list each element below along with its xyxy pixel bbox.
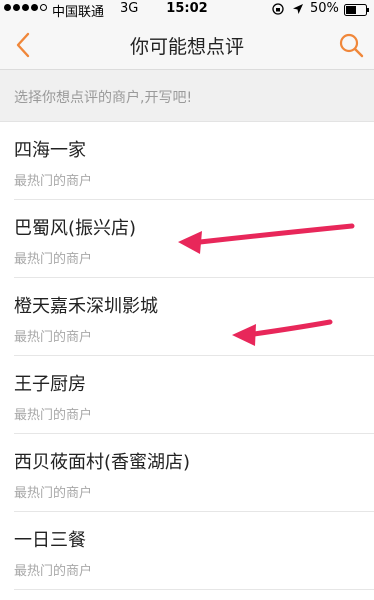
annotation-arrow-icon <box>178 223 355 254</box>
list-item[interactable]: 四海一家 最热门的商户 <box>14 122 374 200</box>
status-bar: 中国联通 3G 15:02 50% <box>0 0 374 20</box>
hint-bar: 选择你想点评的商户,开写吧! <box>0 70 374 122</box>
list-item[interactable]: 西贝莜面村(香蜜湖店) 最热门的商户 <box>14 434 374 512</box>
merchant-subtitle: 最热门的商户 <box>14 486 93 501</box>
list-item[interactable]: 王子厨房 最热门的商户 <box>14 356 374 434</box>
merchant-subtitle: 最热门的商户 <box>14 408 93 423</box>
list-item[interactable]: 一日三餐 最热门的商户 <box>14 512 374 590</box>
merchant-list: 四海一家 最热门的商户 巴蜀风(振兴店) 最热门的商户 橙天嘉禾深圳影城 最热门… <box>0 122 374 590</box>
navigation-bar: 你可能想点评 <box>0 20 374 70</box>
merchant-subtitle: 最热门的商户 <box>14 252 93 267</box>
hint-text: 选择你想点评的商户,开写吧! <box>14 90 193 106</box>
search-button[interactable] <box>334 28 368 62</box>
battery-icon <box>344 4 369 16</box>
battery-percent: 50% <box>310 1 339 16</box>
rotation-lock-icon <box>272 3 284 15</box>
merchant-name: 四海一家 <box>14 140 86 161</box>
merchant-subtitle: 最热门的商户 <box>14 564 93 579</box>
merchant-subtitle: 最热门的商户 <box>14 330 93 345</box>
search-icon <box>339 33 364 58</box>
location-icon <box>293 4 303 14</box>
merchant-name: 一日三餐 <box>14 530 86 551</box>
merchant-name: 王子厨房 <box>14 374 86 395</box>
merchant-name: 橙天嘉禾深圳影城 <box>14 296 158 317</box>
merchant-name: 巴蜀风(振兴店) <box>14 218 137 239</box>
merchant-name: 西贝莜面村(香蜜湖店) <box>14 452 191 473</box>
annotation-arrow-icon <box>232 319 333 346</box>
page-title: 你可能想点评 <box>129 36 244 58</box>
merchant-subtitle: 最热门的商户 <box>14 174 93 189</box>
